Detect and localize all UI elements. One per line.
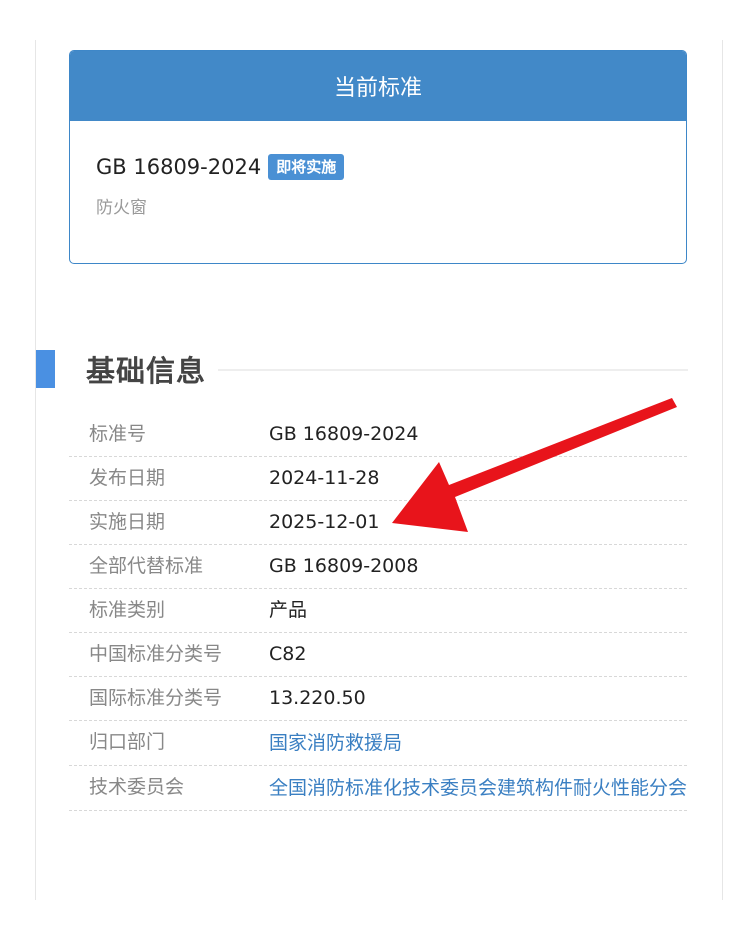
info-label: 技术委员会: [89, 776, 185, 798]
current-standard-header: 当前标准: [70, 51, 686, 121]
info-row-department: 归口部门 国家消防救援局: [69, 721, 687, 766]
current-standard-panel: 当前标准 GB 16809-2024 即将实施 防火窗: [69, 50, 687, 264]
info-value: 2024-11-28: [269, 467, 380, 489]
info-value: 2025-12-01: [269, 511, 380, 533]
info-value: 13.220.50: [269, 687, 366, 709]
info-row-publish-date: 发布日期 2024-11-28: [69, 457, 687, 501]
committee-link[interactable]: 全国消防标准化技术委员会建筑构件耐火性能分会: [269, 766, 687, 810]
info-label: 标准号: [89, 423, 147, 445]
status-badge: 即将实施: [268, 154, 345, 180]
info-value: 产品: [269, 599, 308, 621]
current-standard-name: 防火窗: [96, 198, 147, 218]
page: 当前标准 GB 16809-2024 即将实施 防火窗 基础信息 标准号 GB …: [0, 0, 750, 939]
info-row-implement-date: 实施日期 2025-12-01: [69, 501, 687, 545]
current-standard-body: GB 16809-2024 即将实施 防火窗: [70, 121, 686, 218]
section-title: 基础信息: [86, 354, 207, 388]
section-divider: [218, 369, 688, 371]
info-row-category: 标准类别 产品: [69, 589, 687, 633]
current-standard-header-label: 当前标准: [333, 76, 422, 101]
info-label: 中国标准分类号: [89, 643, 223, 665]
basic-info-table: 标准号 GB 16809-2024 发布日期 2024-11-28 实施日期 2…: [69, 413, 687, 811]
info-label: 全部代替标准: [89, 555, 204, 577]
info-label: 发布日期: [89, 467, 166, 489]
info-label: 实施日期: [89, 511, 166, 533]
info-row-committee: 技术委员会 全国消防标准化技术委员会建筑构件耐火性能分会: [69, 766, 687, 811]
department-link[interactable]: 国家消防救援局: [269, 721, 687, 765]
frame-border-right: [722, 40, 723, 900]
info-row-ccs: 中国标准分类号 C82: [69, 633, 687, 677]
info-row-replaces: 全部代替标准 GB 16809-2008: [69, 545, 687, 589]
current-standard-line: GB 16809-2024 即将实施: [96, 151, 660, 183]
section-marker: [36, 350, 55, 388]
info-label: 归口部门: [89, 731, 166, 753]
info-label: 国际标准分类号: [89, 687, 223, 709]
current-standard-code[interactable]: GB 16809-2024: [96, 155, 261, 179]
info-value: C82: [269, 643, 307, 665]
info-label: 标准类别: [89, 599, 166, 621]
info-value: GB 16809-2008: [269, 555, 419, 577]
info-value: GB 16809-2024: [269, 423, 419, 445]
info-row-standard-number: 标准号 GB 16809-2024: [69, 413, 687, 457]
frame-border-left: [35, 40, 36, 900]
info-row-ics: 国际标准分类号 13.220.50: [69, 677, 687, 721]
